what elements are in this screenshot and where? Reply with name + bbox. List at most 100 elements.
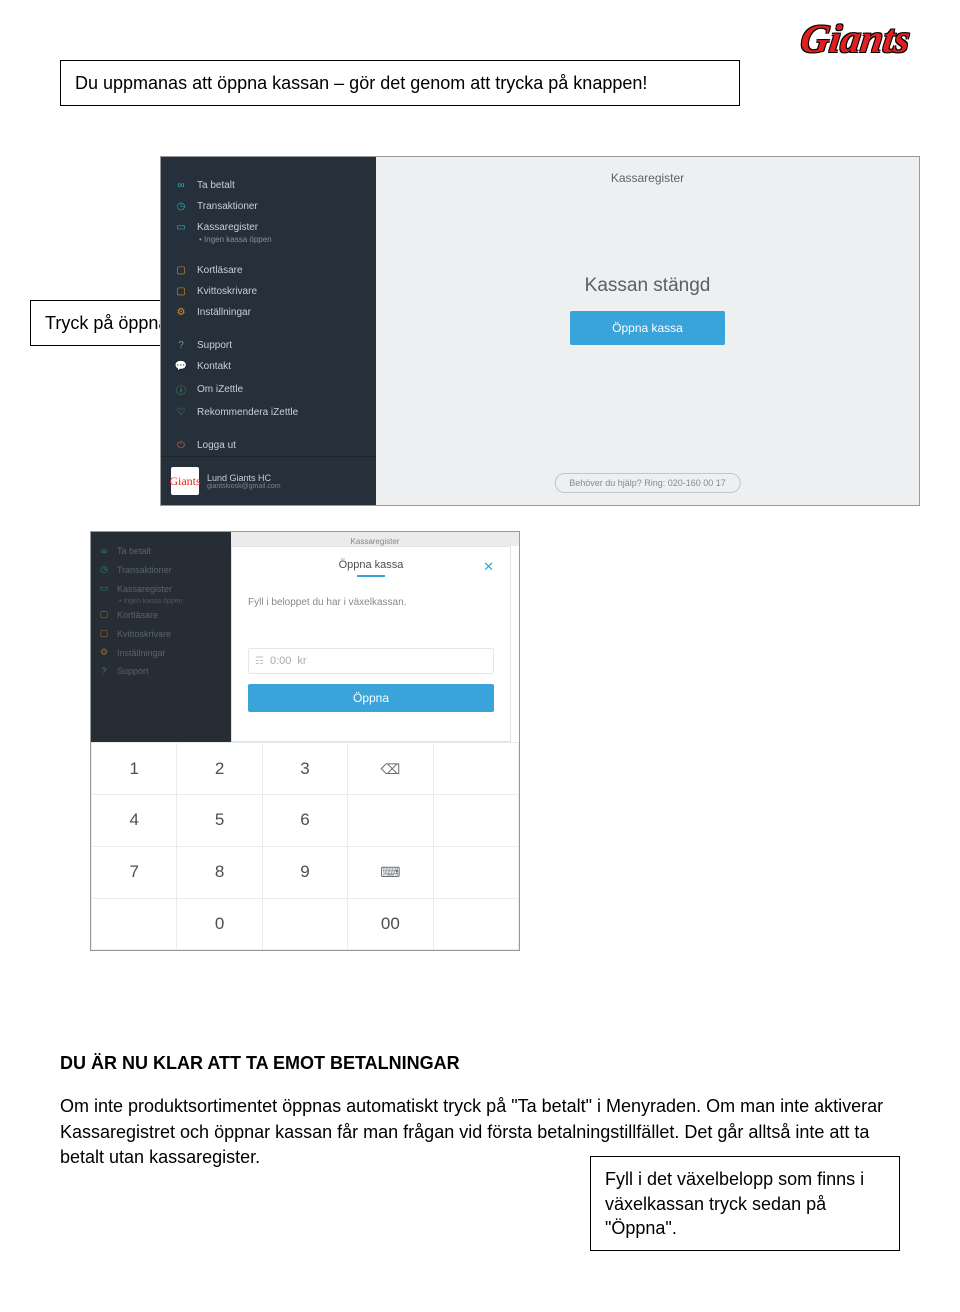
- card-reader-icon: ▢: [175, 265, 187, 276]
- sidebar-item-label: Rekommendera iZettle: [197, 407, 298, 418]
- heart-icon: ♡: [175, 407, 187, 418]
- money-icon: ☶: [255, 656, 264, 667]
- dialog-title: Öppna kassa: [339, 559, 404, 571]
- link-icon: ∞: [99, 546, 109, 556]
- close-icon[interactable]: ✕: [483, 559, 494, 575]
- link-icon: ∞: [175, 180, 187, 191]
- amount-input[interactable]: ☶ 0:00 kr: [248, 648, 494, 674]
- key-00[interactable]: 00: [348, 898, 433, 950]
- sidebar-account[interactable]: Giants Lund Giants HC giantskiosk@gmail.…: [161, 456, 376, 505]
- instruction-box-3: Fyll i det växelbelopp som finns i växel…: [590, 1156, 900, 1251]
- power-icon: ⏻: [175, 440, 187, 451]
- help-icon: ?: [99, 666, 109, 676]
- sidebar-item-kvittoskrivare[interactable]: ▢ Kvittoskrivare: [161, 281, 376, 302]
- sidebar-item-kortlasare[interactable]: ▢ Kortläsare: [161, 260, 376, 281]
- key-hide-keyboard[interactable]: ⌨: [348, 846, 433, 898]
- title-underline: [357, 575, 385, 577]
- sidebar-item-label: Kontakt: [197, 361, 231, 372]
- key-8[interactable]: 8: [177, 846, 262, 898]
- sidebar-sub-ingen-kassa: • Ingen kassa öppen: [91, 598, 231, 605]
- sidebar-item-label: Logga ut: [197, 440, 236, 451]
- oppna-kassa-button[interactable]: Öppna kassa: [570, 311, 725, 345]
- main-panel: Kassaregister Kassan stängd Öppna kassa …: [376, 157, 919, 505]
- logo: Giants: [798, 15, 914, 62]
- sidebar-item-kassaregister: ▭ Kassaregister: [91, 579, 231, 598]
- key-2[interactable]: 2: [177, 743, 262, 795]
- oppna-button[interactable]: Öppna: [248, 684, 494, 712]
- sidebar-item-installningar[interactable]: ⚙ Inställningar: [161, 302, 376, 323]
- register-icon: ▭: [99, 583, 109, 594]
- settings-icon: ⚙: [99, 647, 109, 658]
- page-header: Kassaregister: [611, 171, 684, 185]
- sidebar-item-label: Inställningar: [117, 648, 166, 658]
- sidebar-item-support: ? Support: [91, 662, 231, 680]
- sidebar-item-label: Kortläsare: [117, 610, 158, 620]
- amount-value: 0:00: [270, 655, 291, 667]
- account-email: giantskiosk@gmail.com: [207, 483, 281, 490]
- sidebar-item-support[interactable]: ? Support: [161, 335, 376, 356]
- sidebar-item-logga-ut[interactable]: ⏻ Logga ut: [161, 435, 376, 456]
- dialog-title-row: Öppna kassa ✕: [248, 559, 494, 577]
- key-empty: [433, 795, 518, 847]
- key-1[interactable]: 1: [92, 743, 177, 795]
- sidebar-item-installningar: ⚙ Inställningar: [91, 643, 231, 662]
- account-text: Lund Giants HC giantskiosk@gmail.com: [207, 473, 281, 490]
- key-empty: [348, 795, 433, 847]
- sidebar: ∞ Ta betalt ◷ Transaktioner ▭ Kassaregis…: [161, 157, 376, 505]
- sidebar-item-label: Inställningar: [197, 307, 251, 318]
- sidebar-item-om-izettle[interactable]: ⓘ Om iZettle: [161, 377, 376, 402]
- sidebar-item-label: Transaktioner: [117, 565, 172, 575]
- printer-icon: ▢: [99, 628, 109, 639]
- key-4[interactable]: 4: [92, 795, 177, 847]
- sidebar-item-ta-betalt: ∞ Ta betalt: [91, 542, 231, 560]
- sidebar-item-kontakt[interactable]: 💬 Kontakt: [161, 356, 376, 377]
- help-pill[interactable]: Behöver du hjälp? Ring: 020-160 00 17: [554, 473, 741, 493]
- key-9[interactable]: 9: [262, 846, 347, 898]
- key-empty: [433, 846, 518, 898]
- sidebar-item-label: Ta betalt: [197, 180, 235, 191]
- instruction-box-1: Du uppmanas att öppna kassan – gör det g…: [60, 60, 740, 106]
- sidebar-item-label: Kassaregister: [197, 222, 258, 233]
- sidebar-item-transaktioner[interactable]: ◷ Transaktioner: [161, 196, 376, 217]
- page-title: Kassan stängd: [585, 275, 711, 297]
- key-empty: [433, 898, 518, 950]
- amount-suffix: kr: [297, 655, 306, 667]
- sidebar-item-label: Support: [117, 666, 149, 676]
- sidebar-item-label: Kvittoskrivare: [197, 286, 257, 297]
- sidebar-item-label: Kortläsare: [197, 265, 243, 276]
- sidebar-menu: ∞ Ta betalt ◷ Transaktioner ▭ Kassaregis…: [161, 157, 376, 456]
- key-backspace[interactable]: ⌫: [348, 743, 433, 795]
- screenshot-kassan-stangd: ∞ Ta betalt ◷ Transaktioner ▭ Kassaregis…: [160, 156, 920, 506]
- sidebar-sub-ingen-kassa: • Ingen kassa öppen: [161, 235, 376, 244]
- backspace-icon: ⌫: [380, 761, 400, 777]
- card-reader-icon: ▢: [99, 609, 109, 620]
- sidebar-item-label: Kassaregister: [117, 584, 172, 594]
- clock-icon: ◷: [175, 201, 187, 212]
- key-empty: [433, 743, 518, 795]
- clock-icon: ◷: [99, 564, 109, 575]
- key-5[interactable]: 5: [177, 795, 262, 847]
- dialog-description: Fyll i beloppet du har i växelkassan.: [248, 597, 494, 608]
- oppna-kassa-dialog: Öppna kassa ✕ Fyll i beloppet du har i v…: [231, 546, 511, 742]
- keyboard-icon: ⌨: [380, 864, 400, 880]
- sidebar-item-kortlasare: ▢ Kortläsare: [91, 605, 231, 624]
- register-icon: ▭: [175, 222, 187, 233]
- sidebar-item-rekommendera[interactable]: ♡ Rekommendera iZettle: [161, 402, 376, 423]
- key-7[interactable]: 7: [92, 846, 177, 898]
- body-text: DU ÄR NU KLAR ATT TA EMOT BETALNINGAR Om…: [60, 1051, 890, 1170]
- screenshot-oppna-kassa-dialog: ∞ Ta betalt ◷ Transaktioner ▭ Kassaregis…: [90, 531, 520, 951]
- sidebar-item-label: Transaktioner: [197, 201, 258, 212]
- key-0[interactable]: 0: [177, 898, 262, 950]
- body-heading: DU ÄR NU KLAR ATT TA EMOT BETALNINGAR: [60, 1051, 890, 1076]
- sidebar-item-label: Ta betalt: [117, 546, 151, 556]
- info-icon: ⓘ: [175, 382, 187, 397]
- sidebar-item-transaktioner: ◷ Transaktioner: [91, 560, 231, 579]
- sidebar-item-ta-betalt[interactable]: ∞ Ta betalt: [161, 175, 376, 196]
- settings-icon: ⚙: [175, 307, 187, 318]
- sidebar-item-label: Support: [197, 340, 232, 351]
- key-6[interactable]: 6: [262, 795, 347, 847]
- avatar: Giants: [171, 467, 199, 495]
- sidebar-item-kvittoskrivare: ▢ Kvittoskrivare: [91, 624, 231, 643]
- sidebar-item-label: Om iZettle: [197, 384, 243, 395]
- key-3[interactable]: 3: [262, 743, 347, 795]
